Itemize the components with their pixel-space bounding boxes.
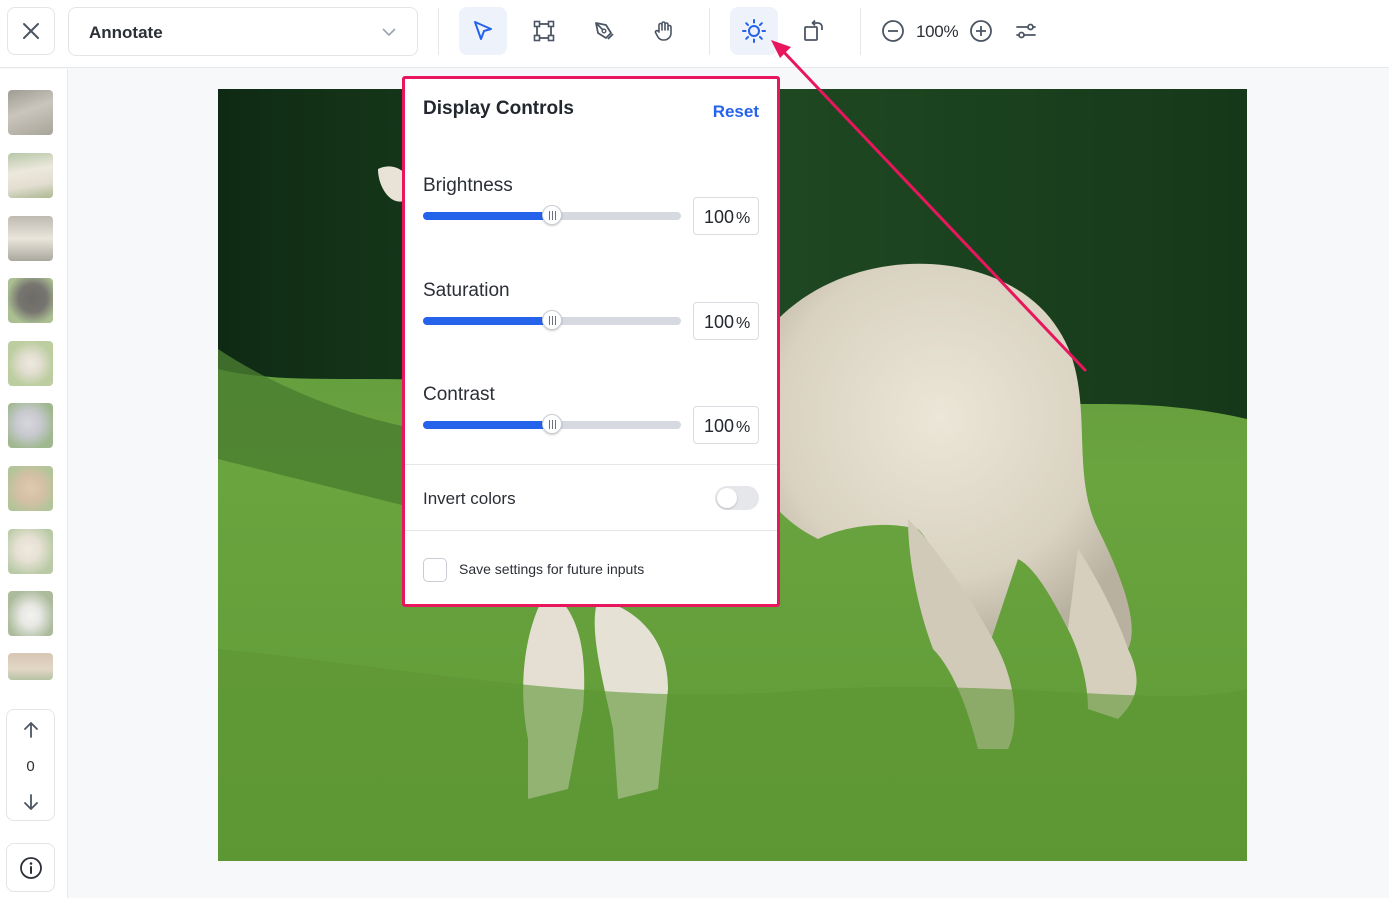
arrow-up-icon[interactable] bbox=[21, 720, 41, 740]
settings-sliders-icon bbox=[1016, 23, 1036, 39]
chevron-down-icon bbox=[382, 28, 396, 37]
zoom-in-button[interactable] bbox=[957, 7, 1005, 55]
pen-tool-button[interactable] bbox=[580, 7, 628, 55]
saturation-slider[interactable] bbox=[423, 310, 681, 330]
contrast-slider-handle[interactable] bbox=[542, 414, 562, 434]
brightness-slider[interactable] bbox=[423, 205, 681, 225]
thumbnail[interactable] bbox=[8, 278, 53, 323]
invert-colors-label: Invert colors bbox=[423, 489, 516, 508]
select-tool-button[interactable] bbox=[459, 7, 507, 55]
brightness-unit: % bbox=[736, 210, 751, 227]
brightness-input[interactable]: 100 % bbox=[693, 197, 759, 235]
rotate-button[interactable] bbox=[790, 7, 838, 55]
pointer-icon bbox=[474, 21, 492, 40]
arrow-down-icon[interactable] bbox=[21, 792, 41, 812]
zoom-out-button[interactable] bbox=[869, 7, 917, 55]
bounding-box-tool-button[interactable] bbox=[520, 7, 568, 55]
brightness-slider-handle[interactable] bbox=[542, 205, 562, 225]
toolbar-divider bbox=[438, 8, 439, 55]
contrast-unit: % bbox=[736, 419, 751, 436]
save-settings-label: Save settings for future inputs bbox=[459, 561, 645, 577]
saturation-unit: % bbox=[736, 315, 751, 332]
contrast-value: 100 bbox=[704, 416, 735, 436]
thumbnail[interactable] bbox=[8, 153, 53, 198]
zoom-in-icon bbox=[970, 20, 992, 42]
info-icon bbox=[19, 856, 42, 879]
thumbnail[interactable] bbox=[8, 653, 53, 680]
reset-button[interactable]: Reset bbox=[713, 102, 759, 122]
thumbnail[interactable] bbox=[8, 466, 53, 511]
brightness-value: 100 bbox=[704, 207, 735, 227]
thumbnail[interactable] bbox=[8, 403, 53, 448]
mode-select-value: Annotate bbox=[89, 23, 163, 42]
display-controls-button[interactable] bbox=[730, 7, 778, 55]
pen-icon bbox=[595, 22, 614, 40]
thumbnail-sidebar: 0 bbox=[0, 69, 68, 898]
panel-divider bbox=[405, 530, 777, 531]
invert-colors-toggle[interactable] bbox=[715, 486, 759, 510]
contrast-input[interactable]: 100 % bbox=[693, 406, 759, 444]
toolbar-divider bbox=[709, 8, 710, 55]
bounding-box-icon bbox=[533, 20, 555, 42]
contrast-slider[interactable] bbox=[423, 414, 681, 434]
thumbnail[interactable] bbox=[8, 529, 53, 574]
saturation-label: Saturation bbox=[423, 280, 510, 301]
close-icon bbox=[23, 23, 39, 39]
pan-tool-button[interactable] bbox=[640, 7, 688, 55]
top-toolbar: Annotate 100% bbox=[0, 0, 1389, 68]
image-navigator: 0 bbox=[6, 709, 55, 821]
toolbar-divider bbox=[860, 8, 861, 55]
thumbnail[interactable] bbox=[8, 216, 53, 261]
settings-button[interactable] bbox=[1002, 7, 1050, 55]
panel-title: Display Controls bbox=[423, 98, 574, 119]
thumbnail[interactable] bbox=[8, 591, 53, 636]
hand-icon bbox=[654, 21, 672, 41]
saturation-slider-handle[interactable] bbox=[542, 310, 562, 330]
contrast-label: Contrast bbox=[423, 384, 495, 405]
image-index: 0 bbox=[26, 758, 35, 775]
close-button[interactable] bbox=[7, 7, 55, 55]
rotate-icon bbox=[804, 19, 823, 41]
saturation-value: 100 bbox=[704, 312, 735, 332]
panel-divider bbox=[405, 464, 777, 465]
brightness-icon bbox=[742, 19, 766, 43]
brightness-label: Brightness bbox=[423, 175, 513, 196]
saturation-input[interactable]: 100 % bbox=[693, 302, 759, 340]
thumbnail[interactable] bbox=[8, 341, 53, 386]
thumbnail[interactable] bbox=[8, 90, 53, 135]
mode-select[interactable]: Annotate bbox=[68, 7, 418, 56]
info-button[interactable] bbox=[6, 843, 55, 892]
save-settings-checkbox[interactable] bbox=[423, 558, 447, 582]
display-controls-panel: Display Controls Reset Brightness 100 % … bbox=[402, 76, 780, 607]
zoom-level: 100% bbox=[916, 22, 959, 41]
zoom-out-icon bbox=[882, 20, 904, 42]
toggle-knob bbox=[717, 488, 737, 508]
